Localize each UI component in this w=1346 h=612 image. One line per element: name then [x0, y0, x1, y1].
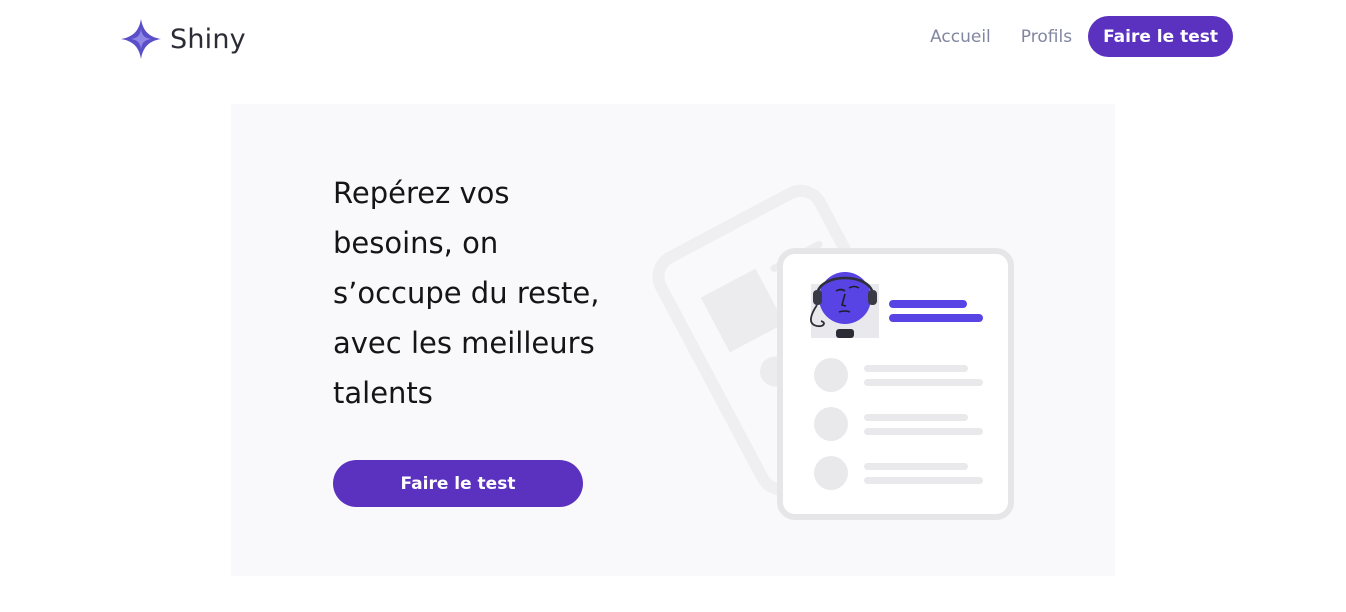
- hero-section: Repérez vos besoins, on s’occupe du rest…: [231, 104, 1115, 576]
- navbar: Shiny Accueil Profils Faire le test: [0, 0, 1346, 76]
- hero-title: Repérez vos besoins, on s’occupe du rest…: [333, 176, 600, 410]
- hero-take-test-button[interactable]: Faire le test: [333, 460, 583, 507]
- nav-take-test-button[interactable]: Faire le test: [1088, 16, 1233, 57]
- nav-link-profiles[interactable]: Profils: [1021, 27, 1072, 47]
- profile-card-illustration: [652, 184, 1014, 520]
- nav-links: Accueil Profils Faire le test: [930, 16, 1233, 57]
- sparkle-star-icon: [121, 19, 161, 59]
- nav-link-home[interactable]: Accueil: [930, 27, 991, 47]
- logo[interactable]: Shiny: [120, 17, 246, 61]
- logo-text: Shiny: [170, 23, 246, 55]
- front-profile-card: [777, 248, 1014, 520]
